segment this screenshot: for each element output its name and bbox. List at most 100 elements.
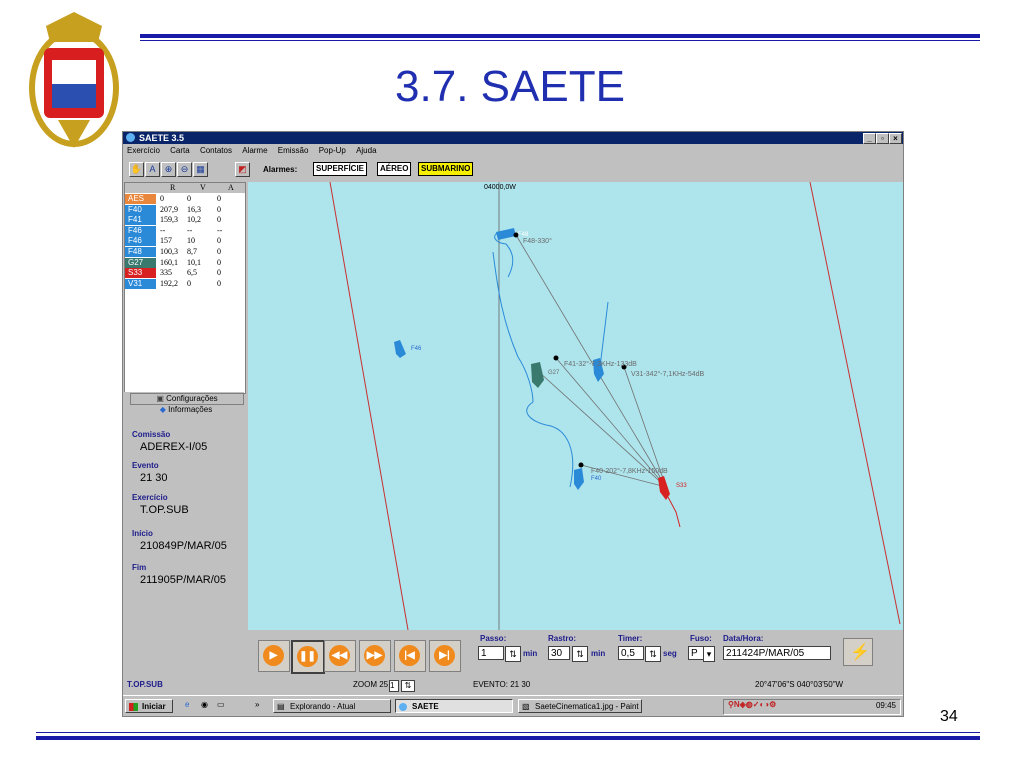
- menu-emissao[interactable]: Emissão: [278, 146, 309, 155]
- table-row[interactable]: F46 -- -- --: [125, 225, 245, 236]
- status-zoom-label: ZOOM 25: [353, 680, 389, 689]
- saete-task-icon: [399, 703, 407, 711]
- tab-informacoes[interactable]: ◆ Informações: [130, 405, 242, 415]
- table-row[interactable]: V31 192,2 0 0: [125, 278, 245, 289]
- slide-top-rule-thin: [140, 40, 980, 41]
- contact-code: F46: [125, 236, 156, 247]
- rastro-input[interactable]: 30: [548, 646, 570, 660]
- rastro-spinner[interactable]: ⇅: [572, 646, 588, 662]
- desktop-icon[interactable]: ▭: [217, 700, 225, 709]
- boundary-line-right: [809, 182, 901, 625]
- timer-unit: seg: [663, 649, 677, 658]
- rastro-label: Rastro:: [548, 634, 577, 643]
- pause-button[interactable]: ❚❚: [291, 640, 325, 674]
- timer-input[interactable]: 0,5: [618, 646, 644, 660]
- skip-end-button[interactable]: ▶|: [429, 640, 461, 672]
- ship-g27: [531, 362, 544, 388]
- column-header-r: R: [170, 183, 176, 192]
- datahora-input[interactable]: 211424P/MAR/05: [723, 646, 831, 660]
- contact-code: F48: [125, 247, 156, 257]
- menu-popup[interactable]: Pop-Up: [319, 146, 346, 155]
- hand-pan-icon[interactable]: ✋: [129, 162, 144, 177]
- start-label: Iniciar: [142, 702, 166, 711]
- start-button[interactable]: Iniciar: [125, 699, 173, 713]
- quicklaunch-more-icon[interactable]: »: [255, 700, 259, 709]
- window-titlebar: SAETE 3.5 _ ▫ ×: [123, 132, 903, 144]
- range-cell: 335: [160, 268, 172, 278]
- status-zoom-value[interactable]: 1: [389, 680, 399, 692]
- passo-spinner[interactable]: ⇅: [505, 646, 521, 662]
- table-row[interactable]: F48 100,3 8,7 0: [125, 247, 245, 257]
- menu-exercicio[interactable]: Exercício: [127, 146, 160, 155]
- tactical-map[interactable]: 04000,0W F48 F48-330° F46 F41-32°-7,3KHz…: [248, 182, 903, 630]
- fast-forward-icon: ▶▶: [364, 645, 385, 666]
- table-row[interactable]: S33 335 6,5 0: [125, 268, 245, 279]
- table-row[interactable]: F41 159,3 10,2 0: [125, 215, 245, 226]
- menu-alarme[interactable]: Alarme: [242, 146, 267, 155]
- slide-bottom-rule-thin: [36, 732, 980, 733]
- zoom-out-icon[interactable]: ⊖: [177, 162, 192, 177]
- tray-icons[interactable]: ⚲N◈◍✓◐◑⚙: [728, 700, 776, 709]
- table-row[interactable]: F40 207,9 16,3 0: [125, 204, 245, 215]
- table-row[interactable]: AES 0 0 0: [125, 194, 245, 204]
- column-header-a: A: [228, 183, 234, 192]
- slide-top-rule: [140, 34, 980, 38]
- grid-icon[interactable]: ▦: [193, 162, 208, 177]
- contact-code: AES: [125, 194, 156, 204]
- passo-input[interactable]: 1: [478, 646, 504, 660]
- zoom-spinner[interactable]: ⇅: [401, 680, 415, 692]
- task-paint[interactable]: ▧ SaeteCinematica1.jpg - Paint: [518, 699, 642, 713]
- play-button[interactable]: ▶: [258, 640, 290, 672]
- window-title: SAETE 3.5: [139, 133, 185, 143]
- altitude-cell: 0: [217, 278, 221, 288]
- altitude-cell: 0: [217, 204, 221, 214]
- taskbar: Iniciar e ◉ ▭ » ▤ Explorando - Atual SAE…: [123, 695, 903, 716]
- map-label-f40-ship: F40: [591, 476, 602, 482]
- fuso-dropdown-icon[interactable]: ▾: [703, 646, 715, 662]
- menu-carta[interactable]: Carta: [170, 146, 190, 155]
- lightning-button[interactable]: ⚡: [843, 638, 873, 666]
- fuso-label: Fuso:: [690, 634, 712, 643]
- close-button[interactable]: ×: [889, 133, 902, 144]
- speed-cell: 6,5: [187, 268, 197, 278]
- altitude-cell: 0: [217, 247, 221, 256]
- alarms-label: Alarmes:: [263, 165, 298, 174]
- alarm-surface-button[interactable]: SUPERFÍCIE: [313, 162, 368, 176]
- task-saete[interactable]: SAETE: [395, 699, 513, 713]
- status-coords: 20°47'06"S 040°03'50"W: [755, 680, 844, 689]
- table-row[interactable]: F46 157 10 0: [125, 236, 245, 247]
- ie-icon[interactable]: e: [185, 700, 189, 709]
- tab-configuracoes[interactable]: ▣ Configurações: [130, 393, 244, 405]
- alarm-settings-icon[interactable]: ◩: [235, 162, 250, 177]
- fast-forward-button[interactable]: ▶▶: [359, 640, 391, 672]
- toolbar: ✋ A ⊕ ⊖ ▦ ◩ Alarmes: SUPERFÍCIE AÉREO SU…: [123, 158, 903, 180]
- map-label-v31: V31-342°-7,1KHz-54dB: [631, 371, 705, 378]
- menu-contatos[interactable]: Contatos: [200, 146, 232, 155]
- skip-end-icon: ▶|: [434, 645, 455, 666]
- zoom-in-icon[interactable]: ⊕: [161, 162, 176, 177]
- explorer-icon[interactable]: ◉: [201, 700, 208, 709]
- fuso-select[interactable]: P: [688, 646, 704, 660]
- minimize-button[interactable]: _: [863, 133, 876, 144]
- system-tray: ⚲N◈◍✓◐◑⚙ 09:45: [723, 699, 901, 715]
- skip-start-button[interactable]: |◀: [394, 640, 426, 672]
- rewind-button[interactable]: ◀◀: [324, 640, 356, 672]
- lightning-icon: ⚡: [850, 644, 870, 661]
- range-cell: 192,2: [160, 278, 178, 288]
- table-row[interactable]: G27 160,1 10,1 0: [125, 257, 245, 268]
- slide-title: 3.7. SAETE: [395, 62, 625, 111]
- map-label-s33: S33: [676, 483, 687, 489]
- timer-spinner[interactable]: ⇅: [645, 646, 661, 662]
- range-cell: 157: [160, 236, 172, 246]
- alarm-submarine-button[interactable]: SUBMARINO: [418, 162, 474, 176]
- alarm-air-button[interactable]: AÉREO: [377, 162, 412, 176]
- label-tool-icon[interactable]: A: [145, 162, 160, 177]
- status-evento: EVENTO: 21 30: [473, 680, 531, 689]
- task-explorando-label: Explorando - Atual: [290, 702, 356, 711]
- menu-ajuda[interactable]: Ajuda: [356, 146, 376, 155]
- maximize-button[interactable]: ▫: [876, 133, 889, 144]
- evento-label: Evento: [132, 461, 159, 470]
- range-cell: 160,1: [160, 257, 178, 267]
- task-explorando[interactable]: ▤ Explorando - Atual: [273, 699, 391, 713]
- tab-configuracoes-label: Configurações: [166, 394, 218, 403]
